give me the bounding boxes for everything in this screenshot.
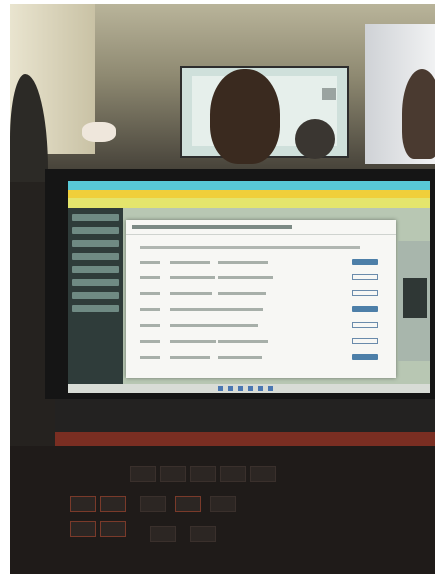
keyboard-key [70,496,96,512]
keyboard-key [220,466,246,482]
photo [10,4,435,574]
sidebar-item [72,292,119,299]
modal-divider [126,234,396,235]
table-cell [218,356,262,359]
table-cell [218,324,258,327]
keyboard-key [140,496,166,512]
right-panel-card [403,278,427,318]
table-cell [218,261,268,264]
keyboard-key [160,466,186,482]
action-button[interactable] [352,306,378,312]
taskbar-app-icon[interactable] [228,386,233,391]
table-cell [170,356,210,359]
taskbar-app-icon[interactable] [218,386,223,391]
action-button[interactable] [352,322,378,328]
audience-head [210,69,280,164]
keyboard-key [190,466,216,482]
keyboard-key [150,526,176,542]
table-cell [218,292,266,295]
table-cell [140,308,160,311]
modal-title [132,225,292,229]
sidebar-item [72,305,119,312]
table-cell [170,261,210,264]
keyboard-key [190,526,216,542]
table-cell [140,340,160,343]
sidebar-item [72,266,119,273]
table-cell [140,324,160,327]
action-button[interactable] [352,290,378,296]
sidebar-item [72,227,119,234]
keyboard-key [100,496,126,512]
taskbar-app-icon[interactable] [258,386,263,391]
keyboard-key [175,496,201,512]
keyboard-key [250,466,276,482]
address-bar [68,198,430,208]
table-cell [170,308,218,311]
modal-dialog [126,220,396,378]
keyboard-key [130,466,156,482]
table-cell [170,292,212,295]
app-sidebar [68,208,123,393]
table-cell [140,292,160,295]
laptop-screen [68,181,430,393]
table-cell [218,276,273,279]
hair-bow [82,122,116,142]
audience-head [295,119,335,159]
projector-element [322,88,336,100]
laptop-lower-bezel [55,399,435,434]
table-cell [140,276,160,279]
laptop-red-trim [55,432,435,446]
table-cell [140,261,160,264]
sidebar-item [72,214,119,221]
table-cell [170,324,222,327]
audience-head [402,69,435,159]
browser-tab-bar [68,181,430,190]
table-cell [140,356,160,359]
taskbar-app-icon[interactable] [248,386,253,391]
taskbar-app-icon[interactable] [238,386,243,391]
sidebar-item [72,240,119,247]
table-header [140,246,360,249]
action-button[interactable] [352,259,378,265]
browser-toolbar [68,190,430,198]
table-cell [170,276,215,279]
sidebar-item [72,253,119,260]
table-cell [170,340,216,343]
keyboard-key [210,496,236,512]
action-button[interactable] [352,354,378,360]
action-button[interactable] [352,338,378,344]
keyboard-key [70,521,96,537]
keyboard [10,446,435,574]
sidebar-item [72,279,119,286]
taskbar-app-icon[interactable] [268,386,273,391]
table-cell [218,340,268,343]
keyboard-key [100,521,126,537]
action-button[interactable] [352,274,378,280]
table-cell [218,308,263,311]
